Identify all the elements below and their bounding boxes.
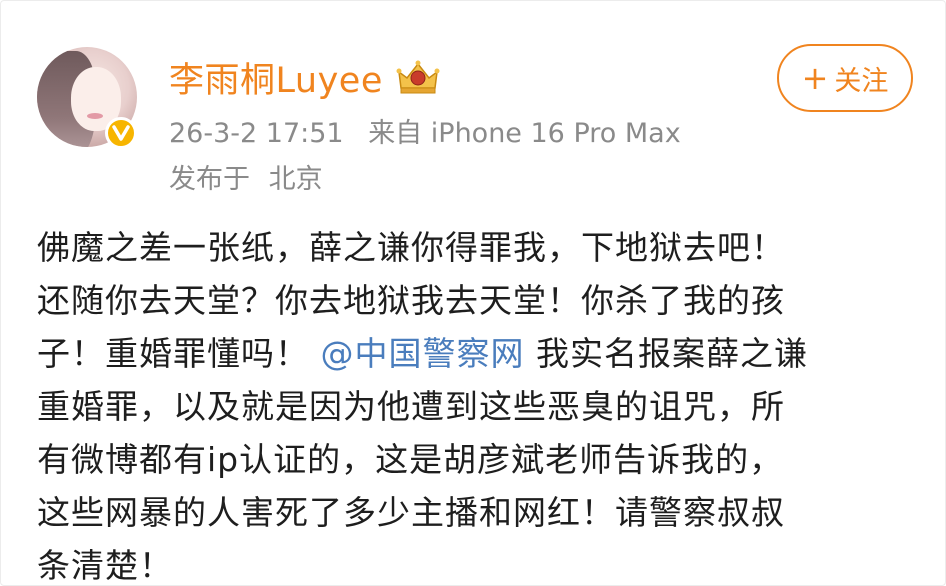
post-location: 发布于 北京 xyxy=(169,157,323,196)
username[interactable]: 李雨桐Luyee xyxy=(169,52,383,103)
avatar-lips xyxy=(87,113,103,119)
post-line: 条清楚！ xyxy=(37,546,173,585)
post-line: 子！重婚罪懂吗！ @中国警察网 我实名报案薛之谦 xyxy=(37,327,927,380)
post-text: 我实名报案薛之谦 xyxy=(536,334,808,373)
plus-icon: + xyxy=(801,59,829,97)
name-row: 李雨桐Luyee xyxy=(169,51,443,103)
location-prefix: 发布于 xyxy=(169,164,250,195)
location-value: 北京 xyxy=(268,164,323,195)
post-line: 有微博都有ip认证的，这是胡彦斌老师告诉我的， xyxy=(37,440,784,479)
mention-link[interactable]: @中国警察网 xyxy=(321,334,525,373)
source-prefix: 来自 xyxy=(368,118,423,149)
post-text: 子！重婚罪懂吗！ xyxy=(37,334,309,373)
avatar-container[interactable] xyxy=(37,47,139,149)
post-line: 这些网暴的人害死了多少主播和网红！请警察叔叔 xyxy=(37,493,785,532)
post-line: 还随你去天堂？你去地狱我去天堂！你杀了我的孩 xyxy=(37,281,785,320)
source-device: iPhone 16 Pro Max xyxy=(430,118,681,149)
post-meta: 26-3-2 17:51 来自 iPhone 16 Pro Max xyxy=(169,111,681,150)
post-line: 重婚罪，以及就是因为他遭到这些恶臭的诅咒，所 xyxy=(37,387,785,426)
post-body: 佛魔之差一张纸，薛之谦你得罪我，下地狱去吧！ 还随你去天堂？你去地狱我去天堂！你… xyxy=(37,221,927,586)
follow-button-label: 关注 xyxy=(834,65,889,97)
follow-button[interactable]: + 关注 xyxy=(777,44,913,112)
post-time: 26-3-2 17:51 xyxy=(169,118,344,149)
post-line: 佛魔之差一张纸，薛之谦你得罪我，下地狱去吧！ xyxy=(37,228,785,267)
weibo-post-card: 李雨桐Luyee 26-3-2 17:51 来自 iPhone 16 Pro M… xyxy=(0,0,946,586)
crown-rank-icon[interactable] xyxy=(393,58,443,96)
verified-badge-icon xyxy=(105,117,137,149)
